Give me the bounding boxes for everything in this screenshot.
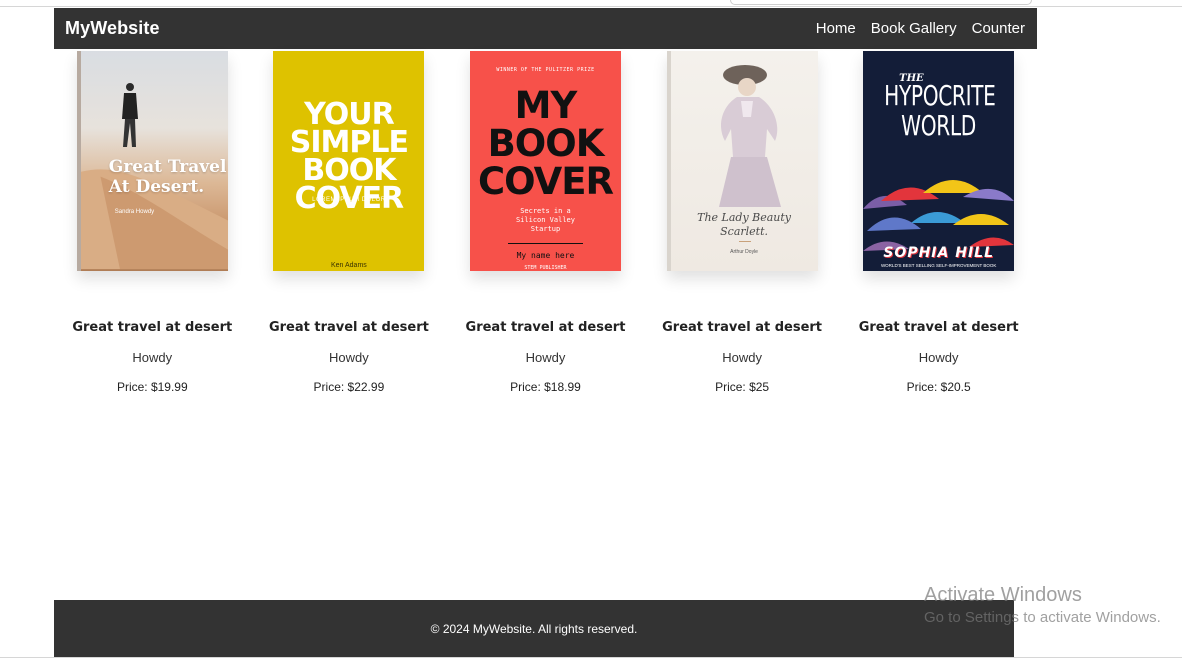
book-gallery: Great Travel At Desert. Sandra Howdy Gre…	[54, 49, 1037, 394]
navbar: MyWebsite Home Book Gallery Counter	[54, 8, 1037, 49]
book-price: Price: $19.99	[116, 380, 188, 394]
footer-copyright: © 2024 MyWebsite. All rights reserved.	[430, 621, 638, 636]
book-author: Howdy	[525, 350, 566, 365]
cover-divider	[507, 243, 583, 244]
book-cover-image[interactable]: YOUR SIMPLE BOOK COVER LOREM IPSUM DOLOR…	[273, 51, 425, 271]
cover-author: My name here	[516, 251, 575, 260]
book-author: Howdy	[329, 350, 369, 365]
cover-subtitle: Secrets in a Silicon Valley Startup	[515, 207, 575, 233]
cover-title: HYPOCRITE WORLD	[884, 79, 996, 142]
book-title: Great travel at desert	[268, 320, 429, 335]
browser-tab-edge	[730, 0, 1032, 5]
book-title: Great travel at desert	[465, 320, 626, 335]
site-footer: © 2024 MyWebsite. All rights reserved.	[54, 600, 1014, 657]
cover-title: MY BOOK COVER	[477, 84, 614, 203]
lady-portrait-art	[718, 65, 781, 207]
book-cover-image[interactable]: The Lady Beauty Scarlett. Arthur Doyle	[666, 51, 818, 271]
book-author: Howdy	[722, 350, 762, 365]
hiker-figure	[121, 83, 138, 147]
desert-dune-art	[80, 169, 228, 270]
cover-title: The Lady Beauty Scarlett.	[697, 211, 792, 238]
watermark-title: Activate Windows	[924, 584, 1082, 606]
browser-bottom-edge	[0, 657, 1182, 658]
book-title: Great travel at desert	[72, 320, 233, 335]
book-card: Great Travel At Desert. Sandra Howdy Gre…	[54, 49, 251, 394]
cover-award: WINNER OF THE PULITZER PRIZE	[496, 67, 595, 73]
watermark-subtitle: Go to Settings to activate Windows.	[924, 609, 1161, 626]
nav-links: Home Book Gallery Counter	[816, 20, 1025, 37]
nav-link-home[interactable]: Home	[816, 20, 856, 37]
cover-publisher: STEM PUBLISHER	[524, 265, 567, 271]
page: MyWebsite Home Book Gallery Counter Grea…	[0, 0, 1182, 659]
cover-subtitle: LOREM IPSUM DOLOR	[312, 197, 386, 203]
cover-author: SOPHIA HILL	[883, 245, 994, 261]
book-cover-image[interactable]: WINNER OF THE PULITZER PRIZE MY BOOK COV…	[469, 51, 621, 271]
book-card: The Lady Beauty Scarlett. Arthur Doyle G…	[644, 49, 841, 394]
cover-author: Ken Adams	[330, 262, 367, 269]
book-price: Price: $20.5	[906, 380, 971, 394]
book-author: Howdy	[132, 350, 173, 365]
book-cover-image[interactable]: THE HYPOCRITE WORLD SOPHIA HILL WORLD'S …	[863, 51, 1015, 271]
book-card: WINNER OF THE PULITZER PRIZE MY BOOK COV…	[447, 49, 644, 394]
book-card: YOUR SIMPLE BOOK COVER LOREM IPSUM DOLOR…	[251, 49, 448, 394]
cover-divider	[738, 241, 751, 242]
windows-activation-watermark: Activate Windows Go to Settings to activ…	[924, 584, 1161, 628]
cover-title: Great Travel At Desert.	[108, 157, 227, 197]
nav-link-book-gallery[interactable]: Book Gallery	[871, 20, 957, 37]
book-price: Price: $22.99	[313, 380, 385, 394]
book-cover-image[interactable]: Great Travel At Desert. Sandra Howdy	[76, 51, 228, 271]
nav-link-counter[interactable]: Counter	[972, 20, 1025, 37]
book-title: Great travel at desert	[662, 320, 823, 335]
cover-author: Arthur Doyle	[730, 249, 758, 255]
book-price: Price: $25	[715, 380, 770, 394]
book-price: Price: $18.99	[510, 380, 581, 394]
book-title: Great travel at desert	[858, 320, 1019, 335]
book-card: THE HYPOCRITE WORLD SOPHIA HILL WORLD'S …	[840, 49, 1037, 394]
cover-tagline: WORLD'S BEST SELLING SELF-IMPROVEMENT BO…	[880, 263, 997, 268]
site-brand[interactable]: MyWebsite	[65, 18, 160, 39]
cover-author: Sandra Howdy	[114, 209, 155, 215]
book-author: Howdy	[918, 350, 959, 365]
